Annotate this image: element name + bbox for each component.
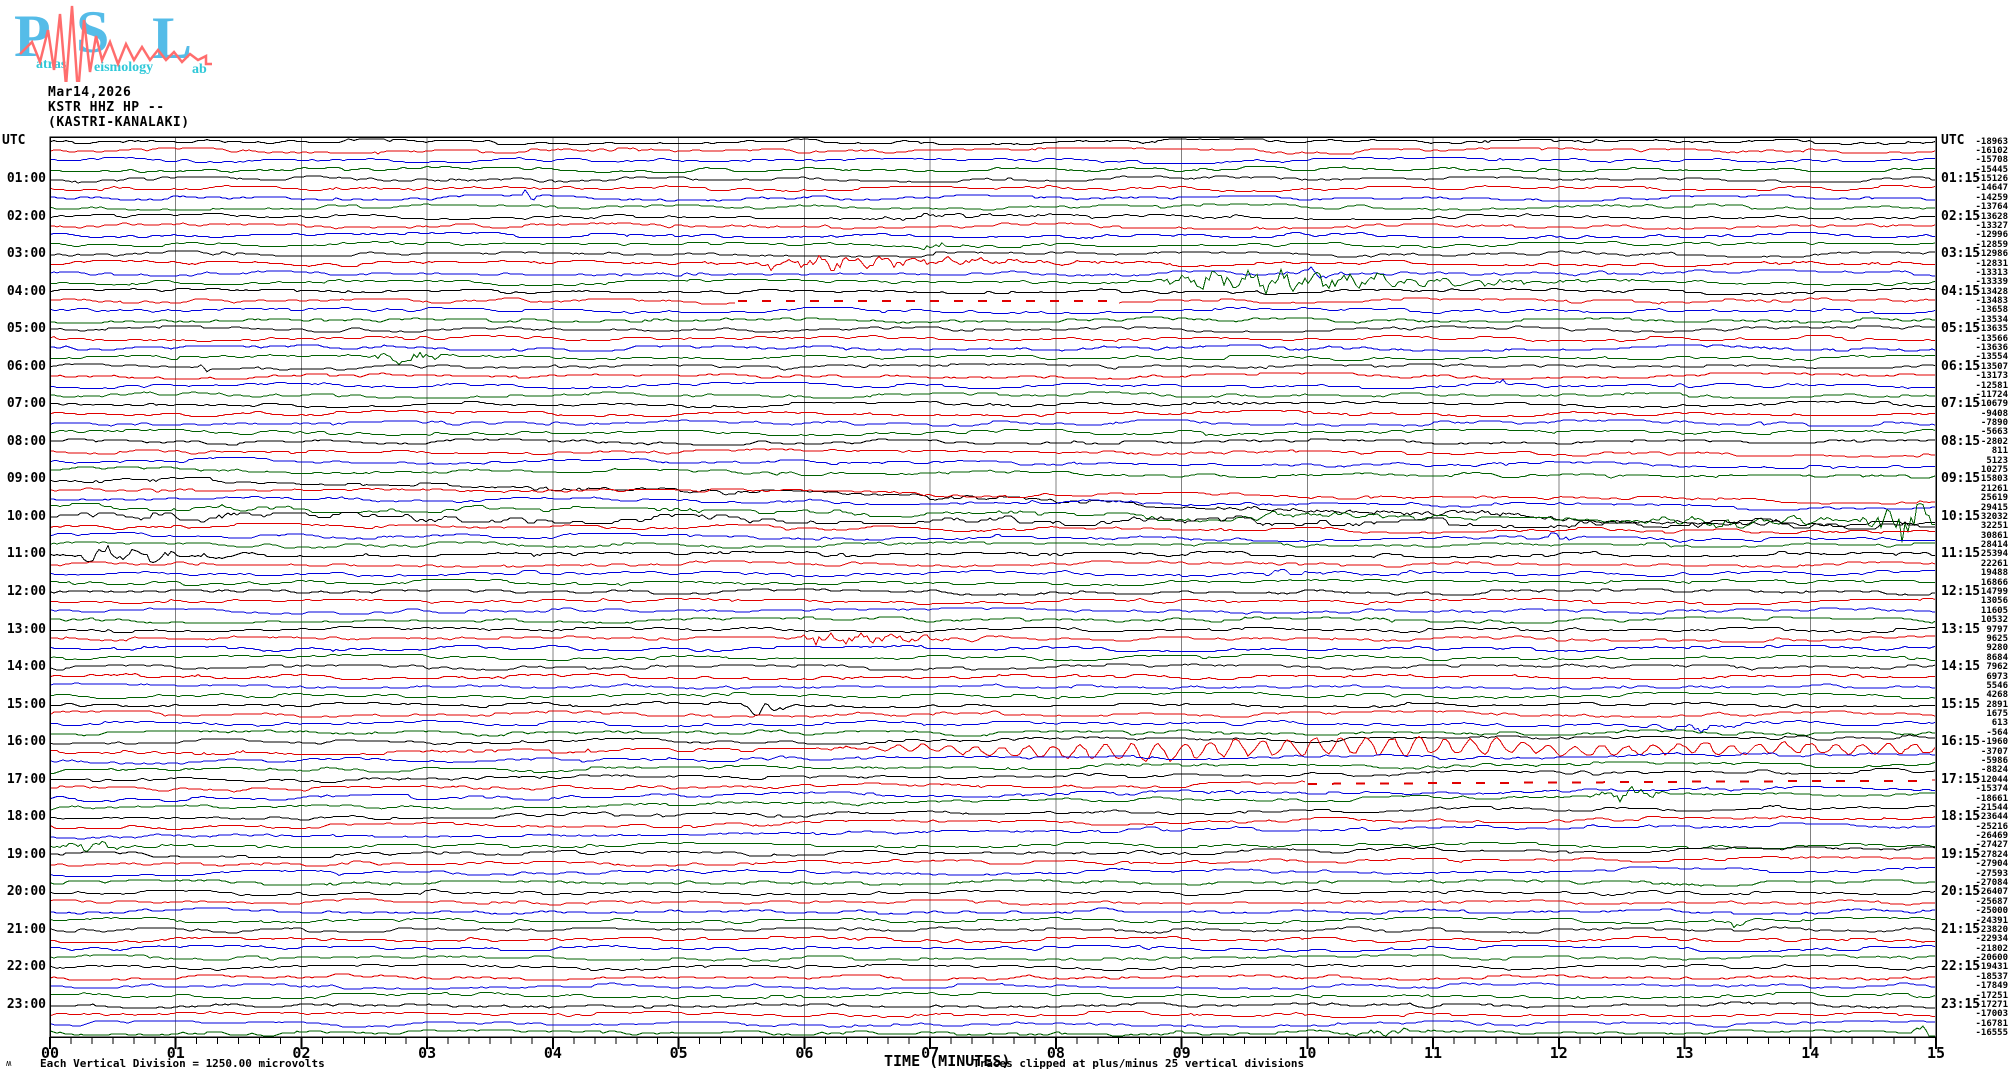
seismo-trace <box>51 336 1935 342</box>
seismo-trace <box>51 983 1935 989</box>
seismo-trace <box>51 580 1935 586</box>
seismo-trace <box>51 598 1935 604</box>
seismo-trace <box>51 946 1935 952</box>
seismo-trace <box>51 139 1935 145</box>
seismo-trace <box>51 298 735 304</box>
seismo-trace <box>51 993 1935 999</box>
seismo-trace <box>51 735 1935 745</box>
seismo-trace <box>51 214 1935 221</box>
seismo-trace <box>51 762 1935 773</box>
seismo-trace <box>51 805 1935 820</box>
seismo-trace <box>51 380 1935 389</box>
seismo-trace <box>51 964 1935 970</box>
seismo-trace <box>51 223 1935 229</box>
seismo-trace <box>51 401 1935 407</box>
seismo-trace <box>51 816 1935 830</box>
seismo-trace <box>51 561 1935 567</box>
seismo-trace <box>51 847 1935 858</box>
seismo-trace <box>51 918 1935 928</box>
seismo-trace <box>51 251 1935 257</box>
seismo-trace <box>51 627 1935 633</box>
seismo-trace <box>51 936 1935 942</box>
clip-note: Traces clipped at plus/minus 25 vertical… <box>973 1058 1304 1070</box>
seismo-trace <box>51 702 1935 716</box>
seismo-trace <box>51 781 1305 792</box>
seismo-trace <box>51 683 1935 689</box>
seismo-trace <box>51 411 1935 417</box>
seismo-trace <box>51 867 1935 877</box>
seismo-trace <box>51 467 1935 478</box>
seismo-trace <box>51 157 1935 163</box>
seismo-trace <box>51 1021 1935 1027</box>
helicorder-plot <box>0 0 2010 1080</box>
seismo-trace <box>51 326 1935 332</box>
seismo-trace <box>51 569 1935 576</box>
seismo-trace <box>51 545 1935 562</box>
seismo-trace <box>51 542 1935 548</box>
seismo-trace <box>51 373 1935 379</box>
seismo-trace <box>51 645 1935 651</box>
seismo-trace <box>51 889 1935 895</box>
seismo-trace <box>51 608 1935 614</box>
seismo-trace <box>51 730 1935 736</box>
seismo-trace <box>51 167 1935 173</box>
seismo-trace <box>51 927 1935 933</box>
seismo-trace <box>51 692 1935 698</box>
seismo-trace <box>51 512 1935 529</box>
seismo-trace <box>51 974 1935 980</box>
helicorder-page: { "logo": { "p": "P", "s": "S", "l": "L"… <box>0 0 2010 1080</box>
seismo-trace <box>51 908 1935 914</box>
seismo-trace <box>51 267 1935 278</box>
seismo-trace <box>51 364 1935 372</box>
seismo-trace <box>51 880 1935 886</box>
seismo-trace <box>51 352 1935 364</box>
seismo-trace <box>51 190 1935 201</box>
seismo-trace <box>51 204 1935 210</box>
seismo-trace <box>51 674 1935 680</box>
seismo-trace <box>51 533 1935 543</box>
seismo-trace <box>51 289 1935 295</box>
seismo-trace <box>51 589 1935 595</box>
seismo-trace <box>51 256 1935 271</box>
seismo-trace <box>51 787 1935 802</box>
seismo-trace <box>51 439 1935 445</box>
seismo-trace <box>51 269 1935 294</box>
seismo-trace <box>51 458 1935 469</box>
seismo-trace <box>51 420 1935 426</box>
seismo-trace <box>51 1026 1935 1036</box>
seismo-trace <box>51 1002 1935 1008</box>
seismo-trace <box>51 711 1935 717</box>
seismo-trace <box>51 664 1935 670</box>
seismo-trace <box>51 720 1935 732</box>
seismo-trace <box>51 1011 1935 1017</box>
seismo-trace <box>1308 781 1929 784</box>
footer-mark: ʍ <box>6 1060 11 1069</box>
seismo-trace <box>51 655 1935 661</box>
seismo-trace <box>51 841 1935 851</box>
seismo-trace <box>51 429 1935 435</box>
seismo-trace <box>51 242 1935 250</box>
seismo-trace <box>51 523 1935 533</box>
seismo-trace <box>51 899 1935 905</box>
seismo-trace <box>1119 298 1935 304</box>
seismo-trace <box>51 232 1935 238</box>
seismo-trace <box>51 392 1935 398</box>
seismo-trace <box>51 176 1935 183</box>
seismo-trace <box>51 148 1935 154</box>
seismo-trace <box>51 955 1935 961</box>
seismo-trace <box>51 317 1935 323</box>
seismo-trace <box>51 823 1935 839</box>
seismo-trace <box>51 769 1935 783</box>
scale-note: Each Vertical Division = 1250.00 microvo… <box>40 1058 325 1070</box>
seismo-trace <box>51 345 1935 351</box>
seismo-trace <box>51 488 1935 504</box>
seismo-trace <box>51 185 1935 191</box>
seismo-trace <box>51 617 1935 623</box>
seismo-trace <box>51 633 1935 645</box>
seismo-trace <box>51 856 1935 866</box>
seismo-trace <box>51 307 1935 313</box>
seismo-trace <box>51 449 1935 457</box>
